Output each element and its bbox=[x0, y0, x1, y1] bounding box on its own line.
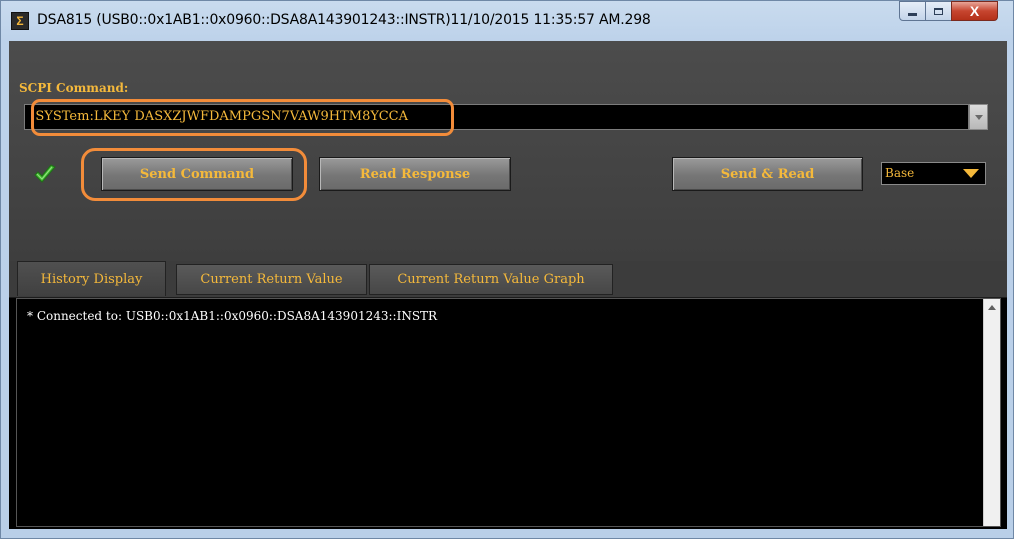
tab-bar: History Display Current Return Value Cur… bbox=[9, 261, 1007, 298]
minimize-button[interactable] bbox=[899, 1, 926, 21]
send-and-read-button[interactable]: Send & Read bbox=[672, 157, 863, 191]
client-area: SCPI Command: :SYSTem:LKEY DASXZJWFDAMPG… bbox=[9, 41, 1007, 529]
window-controls: X bbox=[899, 1, 998, 23]
scpi-command-label: SCPI Command: bbox=[19, 81, 129, 95]
checkmark-icon bbox=[34, 164, 56, 183]
tab-history-display[interactable]: History Display bbox=[17, 261, 166, 296]
close-button[interactable]: X bbox=[951, 1, 998, 21]
history-display[interactable]: * Connected to: USB0::0x1AB1::0x0960::DS… bbox=[16, 298, 1001, 527]
read-response-button[interactable]: Read Response bbox=[319, 157, 511, 191]
scroll-up-button[interactable] bbox=[984, 299, 1000, 316]
app-window: Σ DSA815 (USB0::0x1AB1::0x0960::DSA8A143… bbox=[0, 0, 1014, 539]
sigma-icon: Σ bbox=[11, 12, 29, 30]
chevron-down-icon bbox=[974, 114, 983, 120]
minimize-icon bbox=[908, 13, 917, 16]
chevron-down-icon bbox=[963, 169, 979, 178]
maximize-button[interactable] bbox=[925, 1, 952, 21]
mode-select-value: Base bbox=[885, 166, 915, 180]
chevron-up-icon bbox=[988, 305, 996, 310]
window-title: DSA815 (USB0::0x1AB1::0x0960::DSA8A14390… bbox=[37, 12, 651, 28]
history-line: * Connected to: USB0::0x1AB1::0x0960::DS… bbox=[27, 309, 438, 323]
mode-select[interactable]: Base bbox=[881, 162, 986, 185]
tab-current-return-value-graph[interactable]: Current Return Value Graph bbox=[369, 264, 613, 295]
command-panel: SCPI Command: :SYSTem:LKEY DASXZJWFDAMPG… bbox=[9, 41, 1007, 261]
title-bar[interactable]: Σ DSA815 (USB0::0x1AB1::0x0960::DSA8A143… bbox=[1, 1, 1014, 41]
close-icon: X bbox=[969, 3, 980, 19]
tab-current-return-value[interactable]: Current Return Value bbox=[176, 264, 367, 295]
maximize-icon bbox=[934, 7, 943, 15]
command-history-dropdown[interactable] bbox=[969, 104, 988, 130]
send-highlight-annotation bbox=[81, 148, 307, 201]
command-highlight-annotation bbox=[31, 99, 454, 136]
vertical-scrollbar[interactable] bbox=[983, 299, 1000, 526]
